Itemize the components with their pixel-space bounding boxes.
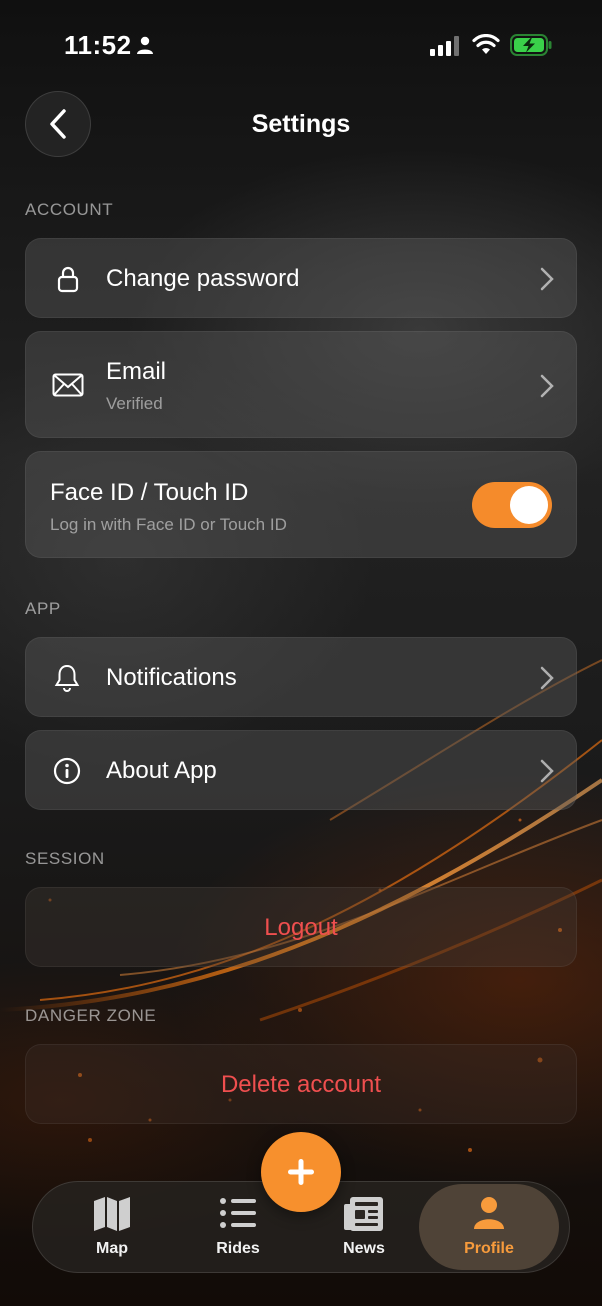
battery-charging-icon — [510, 34, 552, 56]
bell-icon — [54, 664, 80, 692]
notifications-label: Notifications — [106, 664, 237, 691]
about-app-label: About App — [106, 757, 217, 784]
status-bar: 11:52 — [0, 28, 602, 64]
section-label-app: APP — [25, 599, 61, 618]
chevron-right-icon — [540, 666, 554, 690]
email-status: Verified — [106, 394, 163, 413]
person-status-icon — [137, 36, 153, 54]
delete-account-label: Delete account — [220, 1071, 382, 1098]
about-app-row[interactable]: About App — [25, 730, 577, 810]
cellular-signal-icon — [430, 36, 459, 56]
lock-icon — [57, 266, 79, 293]
face-id-label: Face ID / Touch ID — [50, 479, 249, 506]
add-button[interactable] — [261, 1132, 341, 1212]
chevron-right-icon — [540, 267, 554, 291]
chevron-right-icon — [540, 374, 554, 398]
face-id-toggle[interactable] — [472, 482, 552, 528]
section-label-account: ACCOUNT — [25, 200, 114, 219]
tab-profile[interactable]: Profile — [419, 1184, 559, 1270]
plus-icon — [288, 1159, 314, 1185]
person-icon — [474, 1197, 504, 1229]
face-id-description: Log in with Face ID or Touch ID — [50, 515, 287, 534]
email-label: Email — [106, 358, 167, 385]
toggle-knob — [510, 486, 548, 524]
section-label-danger-zone: DANGER ZONE — [25, 1006, 157, 1025]
wifi-icon — [472, 34, 500, 54]
status-time: 11:52 — [64, 30, 132, 60]
list-icon — [220, 1198, 256, 1228]
change-password-row[interactable]: Change password — [25, 238, 577, 318]
logout-button[interactable]: Logout — [25, 887, 577, 967]
page-title: Settings — [251, 110, 351, 138]
tab-rides-label: Rides — [216, 1240, 260, 1257]
info-icon — [53, 757, 81, 785]
face-id-row: Face ID / Touch ID Log in with Face ID o… — [25, 451, 577, 558]
logout-label: Logout — [264, 914, 338, 941]
section-label-session: SESSION — [25, 849, 105, 868]
email-row[interactable]: Email Verified — [25, 331, 577, 438]
tab-profile-label: Profile — [464, 1240, 514, 1257]
notifications-row[interactable]: Notifications — [25, 637, 577, 717]
chevron-right-icon — [540, 759, 554, 783]
envelope-icon — [52, 373, 84, 397]
change-password-label: Change password — [106, 265, 300, 292]
tab-news-label: News — [343, 1240, 385, 1257]
newspaper-icon — [344, 1197, 383, 1231]
delete-account-button[interactable]: Delete account — [25, 1044, 577, 1124]
map-icon — [94, 1197, 130, 1231]
tab-map-label: Map — [96, 1240, 128, 1257]
tab-map[interactable]: Map — [49, 1182, 175, 1272]
